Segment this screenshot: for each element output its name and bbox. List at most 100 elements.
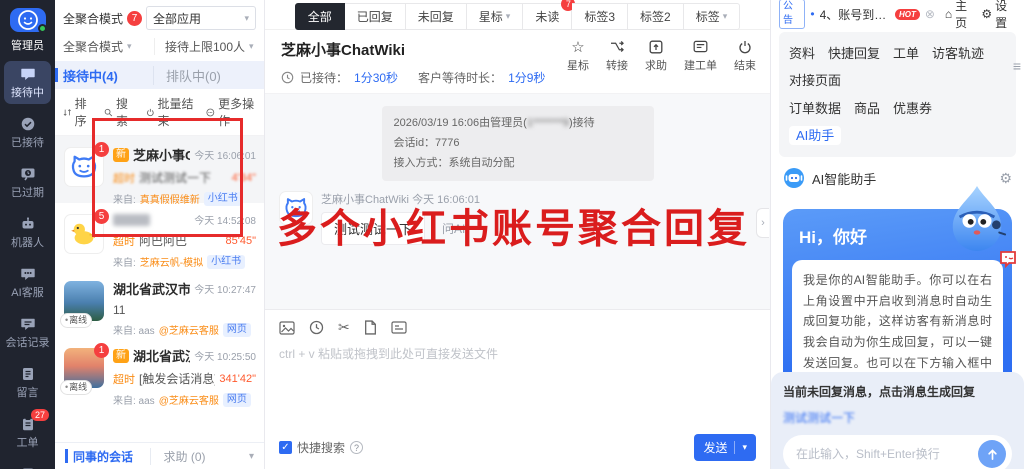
- ai-question-input[interactable]: [796, 447, 978, 461]
- chat-list-panel: 全聚合模式 7 全部应用 ▾ 全聚合模式 ▾ 接待上限100人 ▾ 接待中(4)…: [55, 0, 265, 469]
- tab-queue[interactable]: 排队中(0): [153, 66, 264, 85]
- tab-unread[interactable]: 未读7: [523, 3, 572, 30]
- scissors-button[interactable]: ✂: [338, 319, 350, 336]
- tab-label3[interactable]: 标签3: [572, 3, 628, 30]
- create-ticket-button[interactable]: 建工单: [684, 38, 717, 73]
- help-icon: [649, 38, 663, 55]
- smiley-face-icon: [16, 8, 40, 32]
- masked-admin-id: 1*******9: [527, 117, 569, 129]
- unread-badge: 1: [94, 343, 109, 358]
- tab-serving[interactable]: 接待中(4): [55, 66, 153, 85]
- tab-quick-reply[interactable]: 快捷回复: [828, 46, 880, 61]
- composer-hint[interactable]: ctrl + v 粘贴或拖拽到此处可直接发送文件: [279, 345, 756, 434]
- sidebar-item-serving[interactable]: 接待中: [4, 61, 51, 104]
- chevron-down-icon: ▾: [506, 11, 511, 22]
- sidebar-item-messages[interactable]: 留言: [4, 361, 51, 404]
- sidebar-item-stats[interactable]: 统计: [4, 461, 51, 469]
- gear-icon: ⚙: [981, 7, 992, 21]
- tab-coupons[interactable]: 优惠券: [893, 101, 932, 116]
- tab-label[interactable]: 标签▾: [684, 3, 741, 30]
- power-icon: [146, 107, 155, 118]
- colleagues-sessions-tab[interactable]: 同事的会话: [65, 448, 142, 465]
- file-button[interactable]: [364, 320, 377, 335]
- announcement-tag: 公告: [779, 0, 805, 29]
- tab-visitor-track[interactable]: 访客轨迹: [932, 46, 984, 61]
- more-actions-button[interactable]: 更多操作: [206, 95, 256, 129]
- ask-ai-link[interactable]: 问AI: [433, 220, 465, 237]
- sidebar-item-robot[interactable]: 机器人: [4, 211, 51, 254]
- image-upload-button[interactable]: [279, 321, 295, 335]
- tab-order-data[interactable]: 订单数据: [789, 101, 841, 116]
- red-face-sticker: [998, 249, 1018, 272]
- settings-button[interactable]: ⚙设置: [981, 0, 1016, 31]
- ai-input-row: [783, 435, 1012, 469]
- tab-ticket[interactable]: 工单: [893, 46, 919, 61]
- chat-list-item-chatwiki[interactable]: 1 新 芝麻小事ChatWiki 今天 16:06:01 超时 测试测试一下 4…: [55, 136, 264, 203]
- quick-search-checkbox[interactable]: ✓: [279, 441, 292, 454]
- history-button[interactable]: [309, 320, 324, 335]
- search-button[interactable]: 搜索: [104, 95, 134, 129]
- sidebar-item-served[interactable]: 已接待: [4, 111, 51, 154]
- chat-list-item-wuhan-1[interactable]: 离线 湖北省武汉市 今天 10:27:47 11 来自: aas @芝麻云客服 …: [55, 270, 264, 337]
- star-button[interactable]: ☆星标: [567, 38, 589, 73]
- limit-select[interactable]: 接待上限100人 ▾: [154, 38, 256, 55]
- tab-all[interactable]: 全部: [295, 3, 345, 30]
- app-select[interactable]: 全部应用 ▾: [146, 6, 256, 30]
- home-button[interactable]: ⌂主页: [945, 0, 976, 31]
- announcement-text[interactable]: 4、账号到期...: [820, 6, 890, 23]
- ai-assistant-icon: [783, 167, 805, 189]
- tab-unreplied[interactable]: 未回复: [406, 3, 467, 30]
- sidebar-item-ai-service[interactable]: AI客服: [4, 261, 51, 304]
- close-icon[interactable]: ⊗: [925, 7, 935, 21]
- tab-goods[interactable]: 商品: [854, 101, 880, 116]
- message-time: 今天 16:06:01: [412, 194, 480, 206]
- online-status-dot: [38, 24, 47, 33]
- message-bubble: 测试测试一下: [321, 212, 425, 245]
- sidebar-item-tickets[interactable]: 27 工单: [4, 411, 51, 454]
- chat-list-item-duck[interactable]: 5 今天 14:52:08 超时 阿巴阿巴 85'45" 来自: 芝麻云帆-模拟…: [55, 203, 264, 270]
- power-icon: [738, 38, 752, 55]
- wait-label: 客户等待时长：: [418, 69, 502, 86]
- check-circle-icon: [20, 116, 36, 132]
- ask-help-button[interactable]: 求助: [645, 38, 667, 73]
- chatwiki-cat-avatar: [279, 191, 313, 225]
- main-sidebar: 管理员 接待中 已接待 已过期 机器人 AI客服 会话记录 留言: [0, 0, 55, 469]
- tab-ai-assistant[interactable]: AI助手: [789, 126, 841, 145]
- chat-list-item-wuhan-2[interactable]: 1 离线 新 湖北省武汉市 今天 10:25:50 超时 [触发会话消息] 34…: [55, 337, 264, 404]
- question-mark-icon[interactable]: ?: [350, 441, 363, 454]
- chevron-down-icon[interactable]: ▾: [249, 451, 254, 462]
- star-icon: ☆: [571, 38, 584, 55]
- unreplied-quote-link[interactable]: 测试测试一下: [783, 409, 1012, 426]
- active-tab-bar: [55, 68, 58, 82]
- admin-avatar[interactable]: [10, 8, 46, 32]
- help-tab[interactable]: 求助 (0): [150, 448, 240, 465]
- tab-replied[interactable]: 已回复: [345, 3, 406, 30]
- tabs-menu-icon[interactable]: ≡: [1013, 58, 1021, 74]
- overtime-label: 超时: [113, 371, 135, 387]
- ai-chat-icon: [20, 266, 36, 282]
- end-session-button[interactable]: 结束: [734, 38, 756, 73]
- more-icon: [206, 107, 215, 118]
- sort-icon: [63, 107, 72, 118]
- collapse-panel-handle[interactable]: ›: [756, 208, 769, 238]
- message-sender: 芝麻小事ChatWiki: [321, 194, 409, 206]
- sort-button[interactable]: 排序: [63, 95, 93, 129]
- robot-icon: [20, 216, 36, 232]
- message-area: 2026/03/19 16:06由管理员(1*******9)接待 会话id：7…: [265, 94, 770, 309]
- card-button[interactable]: [391, 321, 407, 334]
- sidebar-item-expired[interactable]: 已过期: [4, 161, 51, 204]
- batch-end-button[interactable]: 批量结束: [146, 95, 196, 129]
- tab-pages[interactable]: 对接页面: [789, 73, 841, 88]
- message-row: 芝麻小事ChatWiki 今天 16:06:01 测试测试一下 问AI: [265, 181, 770, 245]
- system-message-card: 2026/03/19 16:06由管理员(1*******9)接待 会话id：7…: [382, 106, 654, 181]
- mode-select[interactable]: 全聚合模式 ▾: [63, 38, 154, 55]
- tab-label2[interactable]: 标签2: [628, 3, 684, 30]
- tab-starred[interactable]: 星标▾: [467, 3, 524, 30]
- ai-send-button[interactable]: [978, 440, 1006, 468]
- channel-tag: 小红书: [207, 255, 245, 269]
- send-options-caret[interactable]: ▾: [742, 442, 747, 453]
- send-button[interactable]: 发送▾: [694, 434, 756, 461]
- tab-profile[interactable]: 资料: [789, 46, 815, 61]
- transfer-button[interactable]: 转接: [606, 38, 628, 73]
- sidebar-item-history[interactable]: 会话记录: [4, 311, 51, 354]
